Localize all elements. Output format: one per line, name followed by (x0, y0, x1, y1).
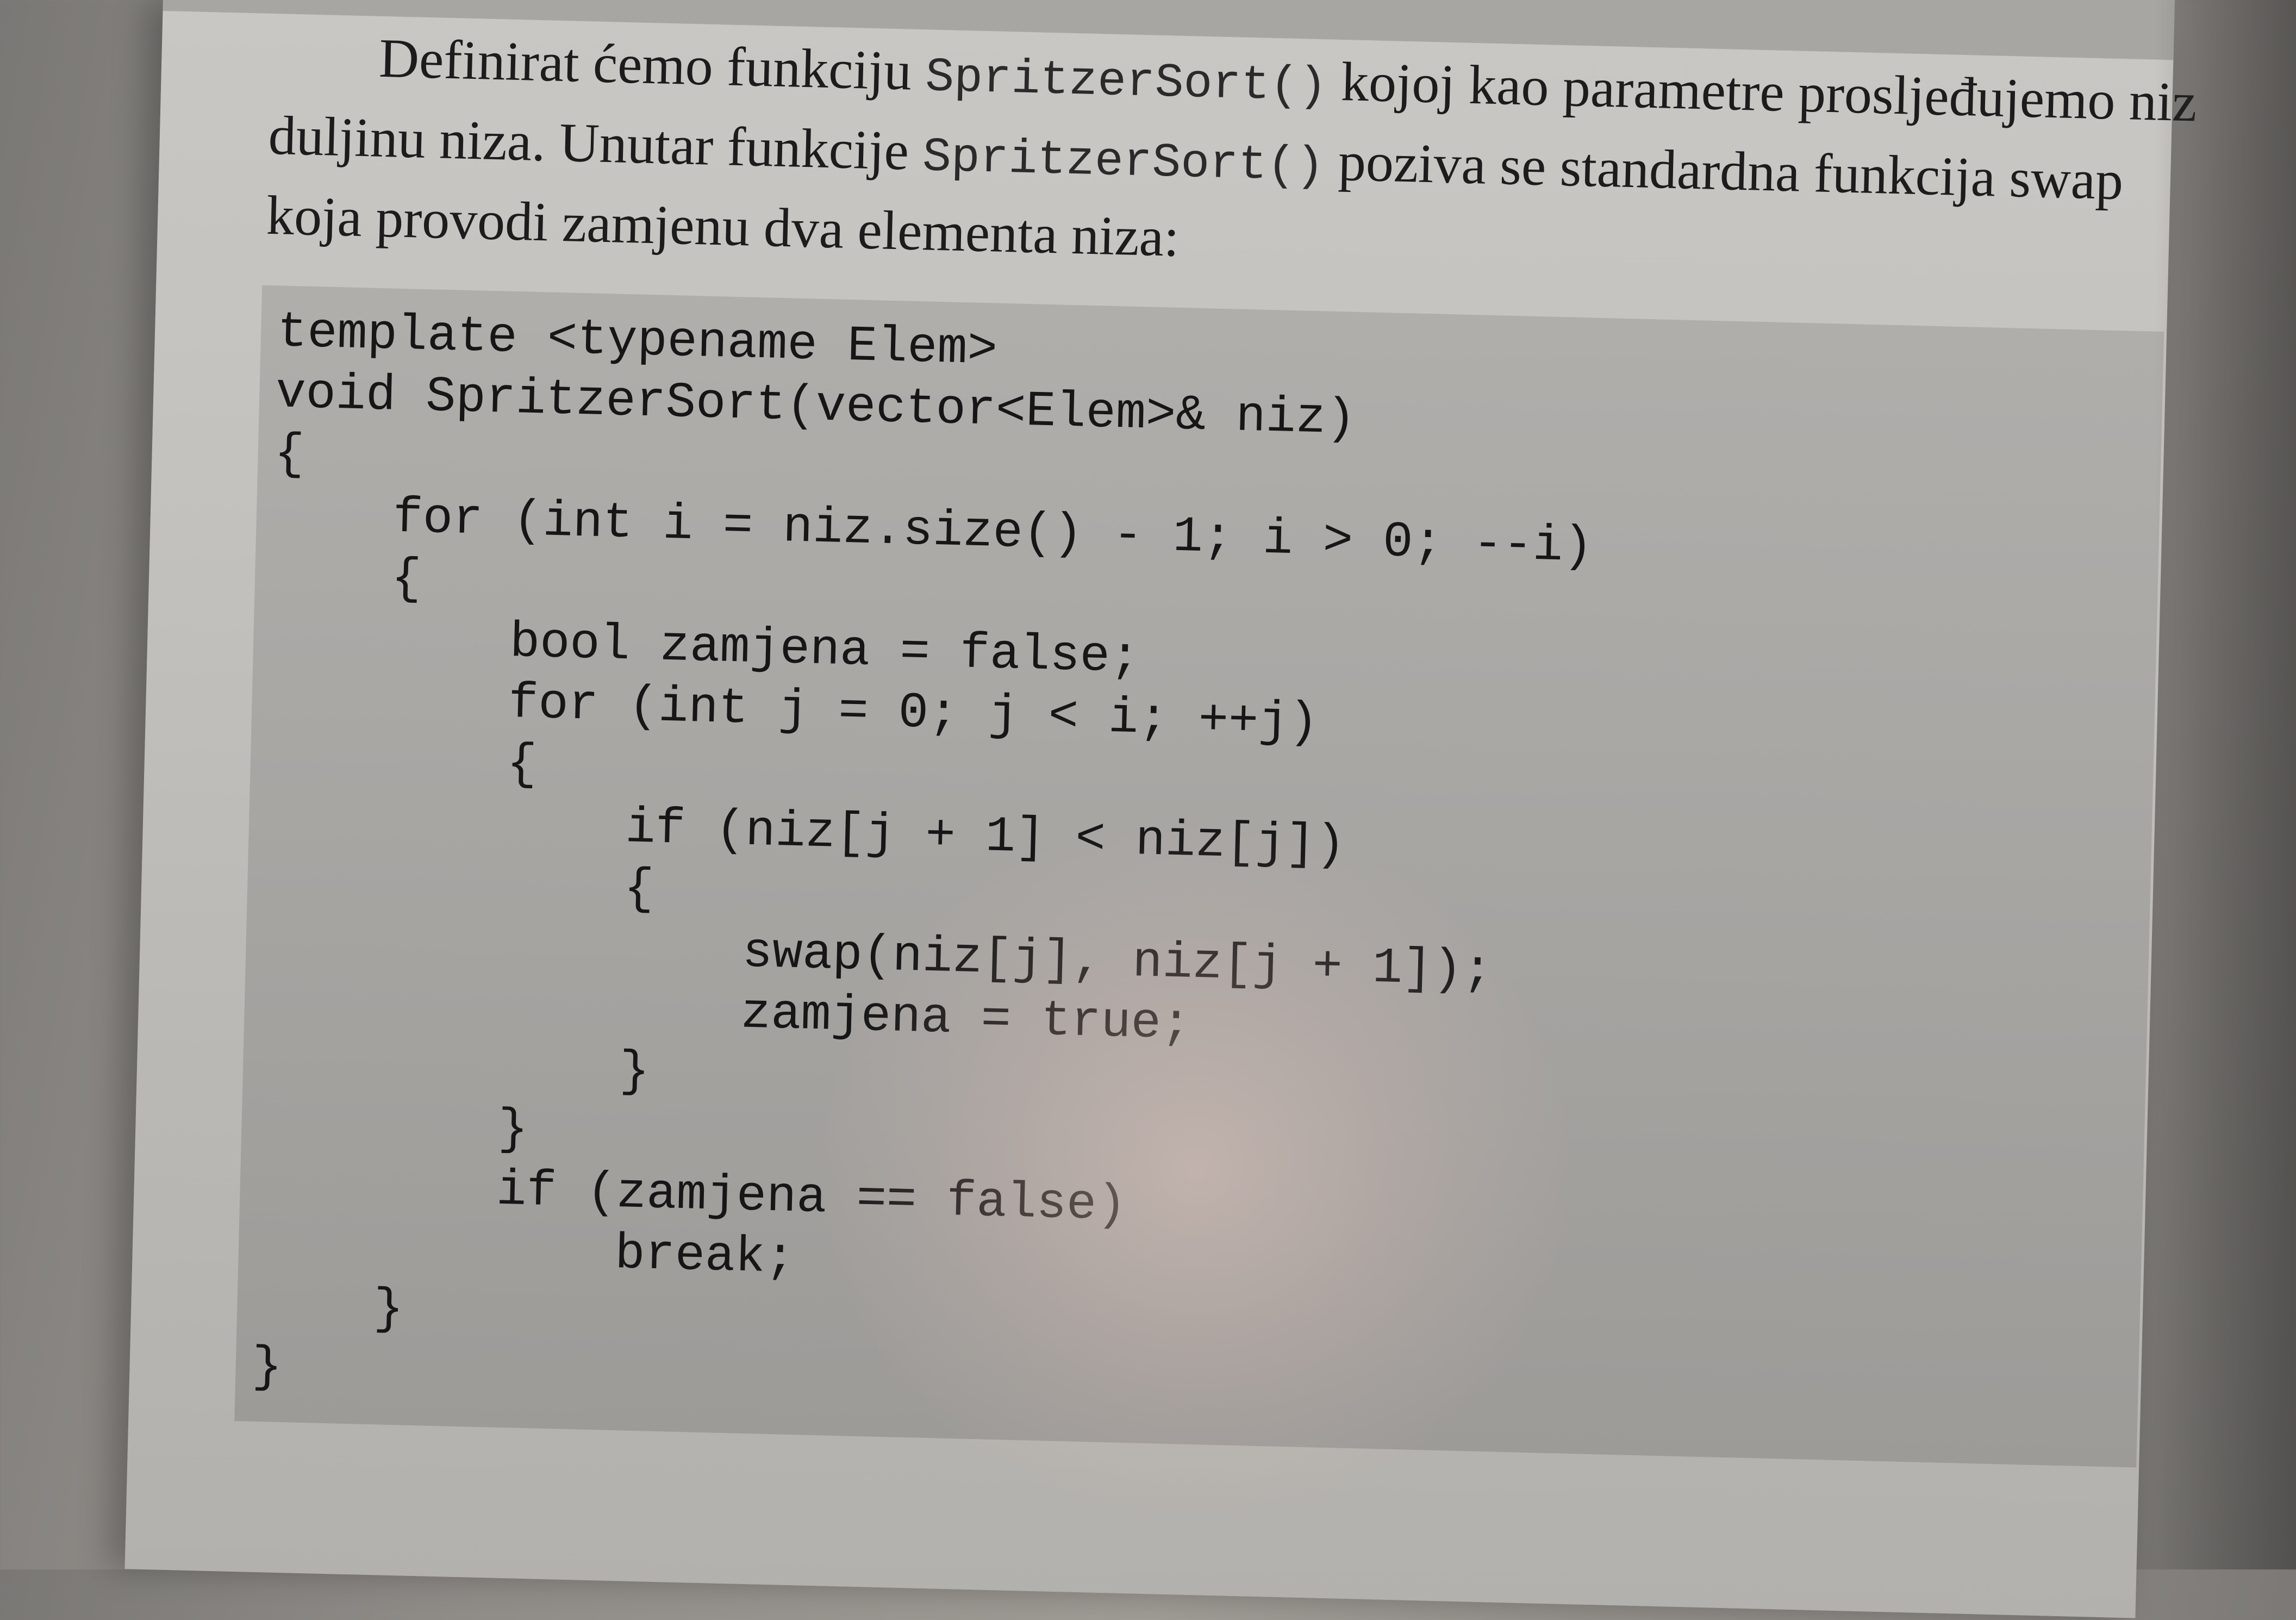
paragraph-line-1-text-a: Definirat ćemo funkciju (378, 27, 927, 103)
paragraph-line-2-text-a: duljinu niza. Unutar funkcije (267, 104, 924, 183)
code-listing: template <typename Elem> void SpritzerSor… (251, 302, 1598, 1430)
function-name-inline-code: SpritzerSort() (925, 51, 1328, 115)
book-page: Definirat ćemo funkciju SpritzerSort() k… (124, 0, 2198, 1618)
paragraph-line-1-text-b: kojoj kao parametre prosljeđujemo niz (1326, 51, 2198, 134)
paragraph-line-2-text-b: poziva se standardna funkcija swap (1324, 130, 2124, 212)
code-listing-box: template <typename Elem> void SpritzerSor… (234, 285, 2164, 1468)
function-name-inline-code: SpritzerSort() (921, 130, 1325, 195)
intro-paragraph: Definirat ćemo funkciju SpritzerSort() k… (266, 19, 2255, 301)
